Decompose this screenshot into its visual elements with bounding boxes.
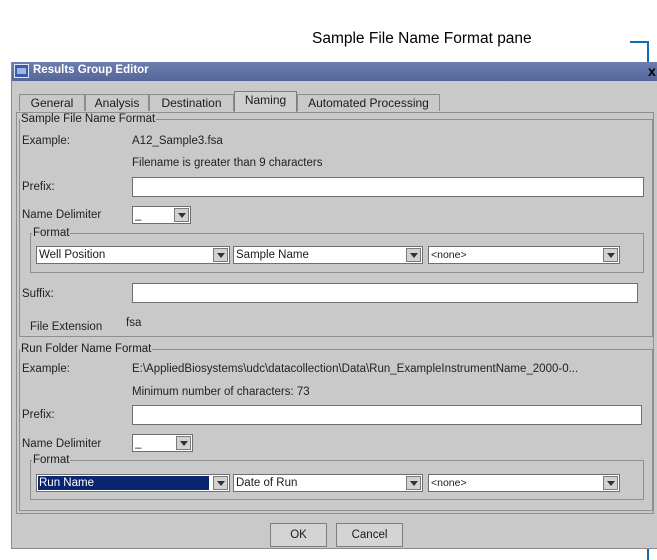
- chevron-down-icon: [603, 476, 618, 490]
- chevron-down-icon: [406, 248, 421, 262]
- title-bar[interactable]: Results Group Editor x: [12, 62, 657, 81]
- naming-tab-panel: Sample File Name Format Example: A12_Sam…: [16, 112, 654, 514]
- sample-format-field-2[interactable]: Sample Name: [233, 246, 423, 264]
- chevron-down-icon: [213, 248, 228, 262]
- run-delimiter-value: _: [135, 437, 142, 449]
- sample-note: Filename is greater than 9 characters: [132, 157, 323, 169]
- chevron-down-icon: [176, 436, 191, 450]
- chevron-down-icon: [603, 248, 618, 262]
- close-icon[interactable]: x: [648, 62, 657, 80]
- sample-format-field-2-value: Sample Name: [236, 249, 309, 261]
- sample-suffix-label: Suffix:: [22, 288, 54, 300]
- run-format-field-2[interactable]: Date of Run: [233, 474, 423, 492]
- run-name-delimiter-label: Name Delimiter: [22, 438, 102, 450]
- run-format-field-1-value: Run Name: [38, 476, 209, 490]
- chevron-down-icon: [174, 208, 189, 222]
- run-example-value: E:\AppliedBiosystems\udc\datacollection\…: [132, 363, 579, 375]
- run-note: Minimum number of characters: 73: [132, 386, 310, 398]
- sample-delimiter-value: _: [135, 209, 142, 221]
- run-format-title: Format: [32, 454, 71, 466]
- sample-example-label: Example:: [22, 135, 70, 147]
- file-extension-label: File Extension: [30, 321, 103, 333]
- run-folder-name-format-group: Run Folder Name Format Example: E:\Appli…: [19, 343, 653, 511]
- sample-format-title: Format: [32, 227, 71, 239]
- run-name-delimiter-dropdown[interactable]: _: [132, 434, 193, 452]
- run-format-field-3[interactable]: <none>: [428, 474, 620, 492]
- run-prefix-field[interactable]: [132, 405, 642, 425]
- ok-button[interactable]: OK: [270, 523, 327, 547]
- sample-format-field-3[interactable]: <none>: [428, 246, 620, 264]
- run-example-label: Example:: [22, 363, 70, 375]
- window-title: Results Group Editor: [33, 64, 149, 76]
- run-section-title: Run Folder Name Format: [20, 343, 153, 355]
- sample-format-field-1-value: Well Position: [39, 249, 106, 261]
- sample-format-field-3-value: <none>: [431, 249, 467, 261]
- run-prefix-label: Prefix:: [22, 409, 55, 421]
- sample-format-group: Format Well Position Sample Name <none>: [30, 227, 644, 273]
- sample-name-delimiter-label: Name Delimiter: [22, 209, 102, 221]
- callout-label: Sample File Name Format pane: [312, 30, 532, 47]
- sample-name-delimiter-dropdown[interactable]: _: [132, 206, 191, 224]
- results-group-editor-window: Results Group Editor x General Analysis …: [11, 62, 657, 549]
- sample-example-value: A12_Sample3.fsa: [132, 135, 223, 147]
- tab-analysis[interactable]: Analysis: [85, 94, 149, 111]
- run-format-field-3-value: <none>: [431, 477, 467, 489]
- tab-automated-processing[interactable]: Automated Processing: [297, 94, 440, 111]
- sample-prefix-field[interactable]: [132, 177, 644, 197]
- sample-section-title: Sample File Name Format: [20, 113, 157, 125]
- chevron-down-icon: [406, 476, 421, 490]
- sample-file-name-format-group: Sample File Name Format Example: A12_Sam…: [19, 113, 653, 337]
- sample-prefix-label: Prefix:: [22, 181, 55, 193]
- file-extension-value: fsa: [126, 317, 142, 329]
- tab-destination[interactable]: Destination: [149, 94, 234, 111]
- app-icon: [14, 64, 29, 78]
- tab-naming[interactable]: Naming: [234, 91, 297, 112]
- tab-general[interactable]: General: [19, 94, 85, 111]
- sample-suffix-field[interactable]: [132, 283, 638, 303]
- sample-format-field-1[interactable]: Well Position: [36, 246, 230, 264]
- run-format-field-1[interactable]: Run Name: [36, 474, 230, 492]
- run-format-group: Format Run Name Date of Run <none>: [30, 454, 644, 500]
- run-format-field-2-value: Date of Run: [236, 477, 298, 489]
- chevron-down-icon: [213, 476, 228, 490]
- cancel-button[interactable]: Cancel: [336, 523, 403, 547]
